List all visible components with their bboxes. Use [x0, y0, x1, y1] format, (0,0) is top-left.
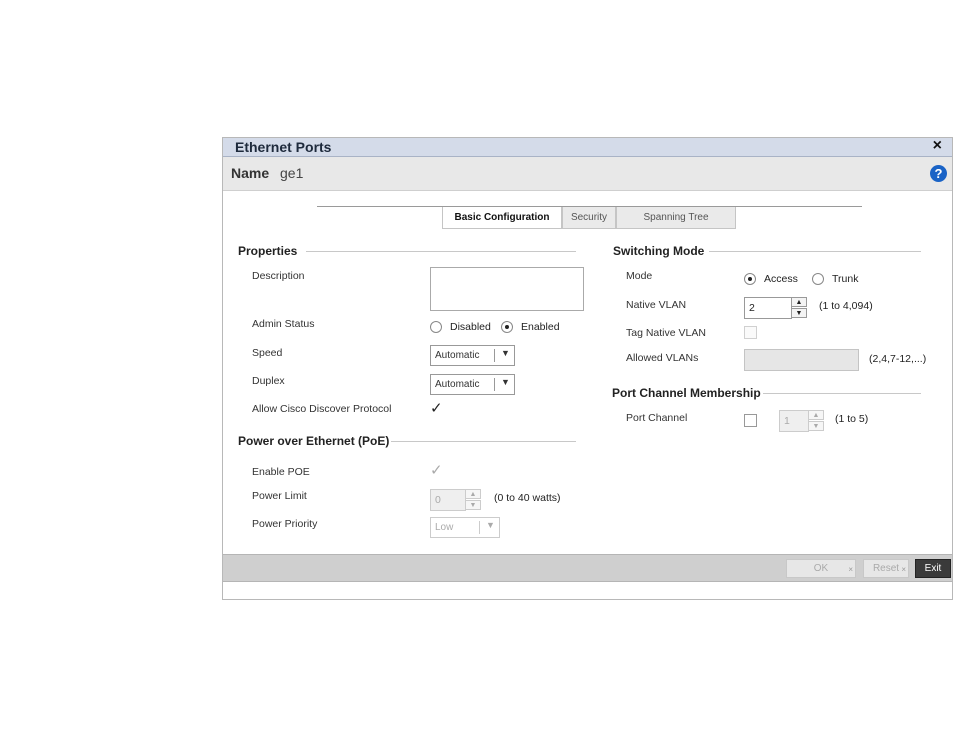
- reset-button[interactable]: Reset ×: [863, 559, 909, 578]
- dialog-footer: OK × Reset × Exit: [223, 554, 952, 582]
- dialog-title: Ethernet Ports: [235, 139, 332, 155]
- arrow-up-icon[interactable]: ▲: [808, 410, 824, 420]
- admin-status-enabled-label: Enabled: [521, 321, 560, 333]
- mode-trunk-label: Trunk: [832, 273, 859, 285]
- poe-section-title: Power over Ethernet (PoE): [238, 434, 390, 448]
- close-icon[interactable]: ×: [933, 137, 942, 155]
- power-limit-value: 0: [435, 494, 441, 506]
- select-separator: [494, 378, 495, 391]
- duplex-label: Duplex: [252, 375, 285, 387]
- port-channel-checkbox[interactable]: [744, 414, 757, 427]
- tag-native-vlan-checkbox[interactable]: [744, 326, 757, 339]
- speed-label: Speed: [252, 347, 283, 359]
- power-limit-range: (0 to 40 watts): [494, 492, 561, 504]
- close-icon: ×: [901, 565, 906, 574]
- allowed-vlans-label: Allowed VLANs: [626, 352, 699, 364]
- allowed-vlans-hint: (2,4,7-12,...): [869, 353, 927, 365]
- stepper-buttons: ▲ ▼: [465, 489, 482, 511]
- tab-spanning-tree[interactable]: Spanning Tree: [616, 207, 736, 229]
- allowed-vlans-field[interactable]: [744, 349, 859, 371]
- tab-security[interactable]: Security: [562, 207, 616, 229]
- tag-native-vlan-label: Tag Native VLAN: [626, 327, 706, 339]
- close-icon: ×: [848, 565, 853, 574]
- help-icon[interactable]: ?: [930, 165, 947, 182]
- port-channel-label: Port Channel: [626, 412, 688, 424]
- native-vlan-stepper[interactable]: 2 ▲ ▼: [744, 297, 807, 319]
- select-separator: [494, 349, 495, 362]
- power-priority-value: Low: [435, 522, 454, 533]
- native-vlan-value: 2: [749, 302, 755, 314]
- mode-label: Mode: [626, 270, 653, 282]
- ok-button[interactable]: OK ×: [786, 559, 856, 578]
- power-limit-label: Power Limit: [252, 490, 307, 502]
- mode-trunk-radio[interactable]: [812, 273, 824, 285]
- checkmark-icon: ✓: [430, 462, 443, 479]
- port-channel-divider: [763, 393, 921, 394]
- checkmark-icon: ✓: [430, 400, 443, 417]
- port-channel-value: 1: [784, 415, 790, 427]
- speed-select[interactable]: Automatic ▼: [430, 345, 515, 366]
- port-channel-stepper[interactable]: 1 ▲ ▼: [779, 410, 824, 432]
- chevron-down-icon: ▼: [501, 348, 510, 358]
- arrow-up-icon[interactable]: ▲: [791, 297, 807, 307]
- chevron-down-icon: ▼: [486, 520, 495, 530]
- mode-access-radio[interactable]: [744, 273, 756, 285]
- stepper-buttons: ▲ ▼: [791, 297, 808, 319]
- exit-button[interactable]: Exit: [915, 559, 951, 578]
- arrow-down-icon[interactable]: ▼: [808, 421, 824, 431]
- dialog-titlebar: Ethernet Ports ×: [223, 137, 952, 157]
- port-channel-range: (1 to 5): [835, 413, 869, 425]
- ethernet-ports-dialog: Ethernet Ports × Name ge1 ? Basic Config…: [222, 137, 953, 600]
- enable-poe-checkbox[interactable]: ✓: [430, 462, 443, 479]
- admin-status-disabled-radio[interactable]: [430, 321, 442, 333]
- reset-button-label: Reset: [872, 563, 900, 574]
- description-label: Description: [252, 270, 305, 282]
- ok-button-label: OK: [813, 563, 829, 574]
- cdp-checkbox[interactable]: ✓: [430, 400, 443, 417]
- stepper-buttons: ▲ ▼: [808, 410, 825, 432]
- duplex-select[interactable]: Automatic ▼: [430, 374, 515, 395]
- admin-status-disabled-label: Disabled: [450, 321, 491, 333]
- speed-value: Automatic: [435, 350, 480, 361]
- power-priority-label: Power Priority: [252, 518, 318, 530]
- enable-poe-label: Enable POE: [252, 466, 310, 478]
- cdp-label: Allow Cisco Discover Protocol: [252, 403, 392, 415]
- name-label: Name: [231, 165, 270, 181]
- arrow-down-icon[interactable]: ▼: [465, 500, 481, 510]
- native-vlan-range: (1 to 4,094): [819, 300, 873, 312]
- native-vlan-label: Native VLAN: [626, 299, 687, 311]
- mode-access-label: Access: [764, 273, 798, 285]
- description-field[interactable]: [430, 267, 584, 311]
- properties-section-title: Properties: [238, 244, 298, 258]
- arrow-up-icon[interactable]: ▲: [465, 489, 481, 499]
- tab-basic-configuration[interactable]: Basic Configuration: [442, 207, 562, 229]
- name-bar: Name ge1 ?: [223, 157, 952, 191]
- power-limit-stepper[interactable]: 0 ▲ ▼: [430, 489, 481, 511]
- properties-divider: [306, 251, 576, 252]
- poe-divider: [391, 441, 576, 442]
- switching-mode-section-title: Switching Mode: [613, 244, 705, 258]
- name-value: ge1: [280, 165, 304, 181]
- power-priority-select[interactable]: Low ▼: [430, 517, 500, 538]
- chevron-down-icon: ▼: [501, 377, 510, 387]
- switching-mode-divider: [709, 251, 921, 252]
- duplex-value: Automatic: [435, 379, 480, 390]
- port-channel-section-title: Port Channel Membership: [612, 386, 761, 400]
- arrow-down-icon[interactable]: ▼: [791, 308, 807, 318]
- admin-status-enabled-radio[interactable]: [501, 321, 513, 333]
- admin-status-label: Admin Status: [252, 318, 315, 330]
- select-separator: [479, 521, 480, 534]
